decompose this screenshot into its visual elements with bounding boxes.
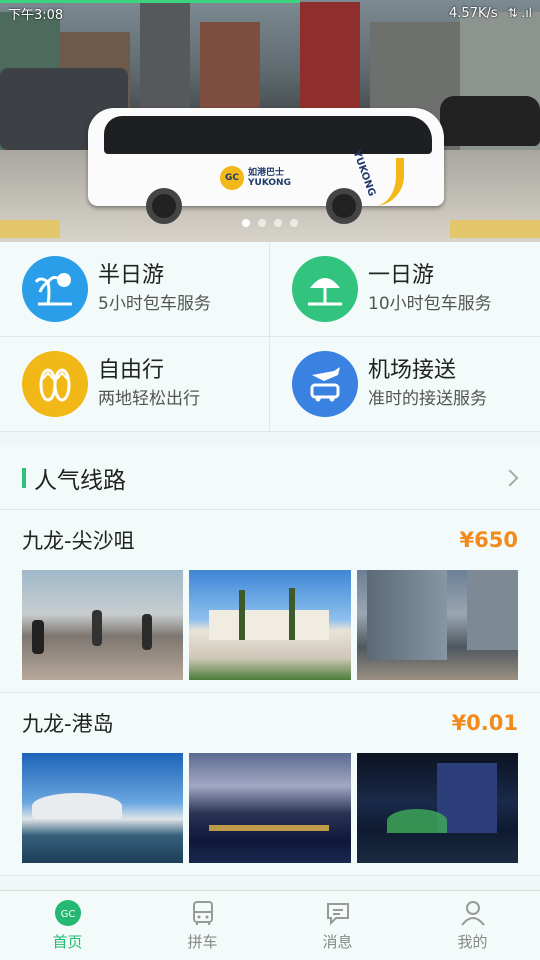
palm-tree-sun-icon <box>22 256 88 322</box>
bus-windows <box>104 116 432 154</box>
bus-brand-cn: 如港巴士 <box>248 168 285 178</box>
user-icon <box>460 901 485 926</box>
route-photo[interactable] <box>22 570 184 680</box>
route-card[interactable]: 九龙-尖沙咀 ¥650 <box>0 510 540 693</box>
signal-icon: ⇅ .ıl <box>507 6 532 20</box>
route-name: 九龙-港岛 <box>22 712 114 736</box>
popular-routes-section: 人气线路 九龙-尖沙咀 ¥650 九龙-港岛 ¥0.01 <box>0 446 540 878</box>
chevron-right-icon[interactable] <box>501 469 519 486</box>
flip-flops-icon <box>22 351 88 417</box>
service-half-day[interactable]: 半日游 5小时包车服务 <box>0 242 270 337</box>
bus-icon <box>192 901 213 925</box>
carousel-indicators <box>0 219 540 227</box>
route-name: 九龙-尖沙咀 <box>22 529 135 553</box>
service-title: 一日游 <box>368 263 435 288</box>
car <box>440 96 540 146</box>
tab-home[interactable]: GC 首页 <box>0 891 135 960</box>
tab-label: 拼车 <box>187 933 218 951</box>
service-title: 半日游 <box>98 263 165 288</box>
service-subtitle: 10小时包车服务 <box>368 294 492 314</box>
route-photo[interactable] <box>189 570 351 680</box>
status-time: 下午3:08 <box>8 7 64 23</box>
carousel-dot[interactable] <box>290 219 298 227</box>
status-bar: 下午3:08 4.57K/s ⇅ .ıl <box>0 0 540 26</box>
carousel-dot[interactable] <box>274 219 282 227</box>
carousel-dot[interactable] <box>242 219 250 227</box>
beach-umbrella-icon <box>292 256 358 322</box>
bus-brand-en: YUKONG <box>248 178 291 188</box>
route-photo[interactable] <box>189 753 351 863</box>
service-subtitle: 两地轻松出行 <box>98 389 200 409</box>
service-free-travel[interactable]: 自由行 两地轻松出行 <box>0 337 270 432</box>
tab-mine[interactable]: 我的 <box>405 891 540 960</box>
route-photos <box>22 753 518 875</box>
section-header[interactable]: 人气线路 <box>0 446 540 510</box>
service-airport-transfer[interactable]: 机场接送 准时的接送服务 <box>270 337 540 432</box>
tab-messages[interactable]: 消息 <box>270 891 405 960</box>
network-speed: 4.57K/s <box>449 5 498 21</box>
svg-text:GC: GC <box>60 909 75 920</box>
section-accent-bar <box>22 467 26 488</box>
bottom-tab-bar: GC 首页 拼车 消息 我的 <box>0 890 540 960</box>
service-grid: 半日游 5小时包车服务 一日游 10小时包车服务 自由行 两地轻松出行 机场接送… <box>0 242 540 432</box>
route-photos <box>22 570 518 692</box>
brand-mark-icon: GC <box>220 166 244 190</box>
message-icon <box>326 903 349 926</box>
carousel-dot[interactable] <box>258 219 266 227</box>
route-photo[interactable] <box>22 753 184 863</box>
tour-bus: GC 如港巴士 YUKONG YUKONG <box>88 108 444 226</box>
route-photo[interactable] <box>356 753 518 863</box>
home-logo-icon: GC <box>54 900 81 926</box>
service-full-day[interactable]: 一日游 10小时包车服务 <box>270 242 540 337</box>
banner-carousel[interactable]: GC 如港巴士 YUKONG YUKONG <box>0 0 540 242</box>
service-title: 自由行 <box>98 358 165 383</box>
service-title: 机场接送 <box>368 358 457 383</box>
tab-label: 消息 <box>322 933 353 951</box>
route-card[interactable]: 九龙-港岛 ¥0.01 <box>0 693 540 876</box>
service-subtitle: 5小时包车服务 <box>98 294 211 314</box>
route-photo[interactable] <box>356 570 518 680</box>
tab-carpool[interactable]: 拼车 <box>135 891 270 960</box>
bus-brand-logo: GC 如港巴士 YUKONG <box>220 166 291 190</box>
tab-label: 我的 <box>457 933 488 951</box>
service-subtitle: 准时的接送服务 <box>368 389 487 409</box>
section-title: 人气线路 <box>34 467 126 494</box>
plane-bus-icon <box>292 351 358 417</box>
route-price: ¥0.01 <box>451 711 518 735</box>
load-progress-bar <box>0 0 300 3</box>
route-price: ¥650 <box>459 528 518 552</box>
tab-label: 首页 <box>52 933 83 951</box>
